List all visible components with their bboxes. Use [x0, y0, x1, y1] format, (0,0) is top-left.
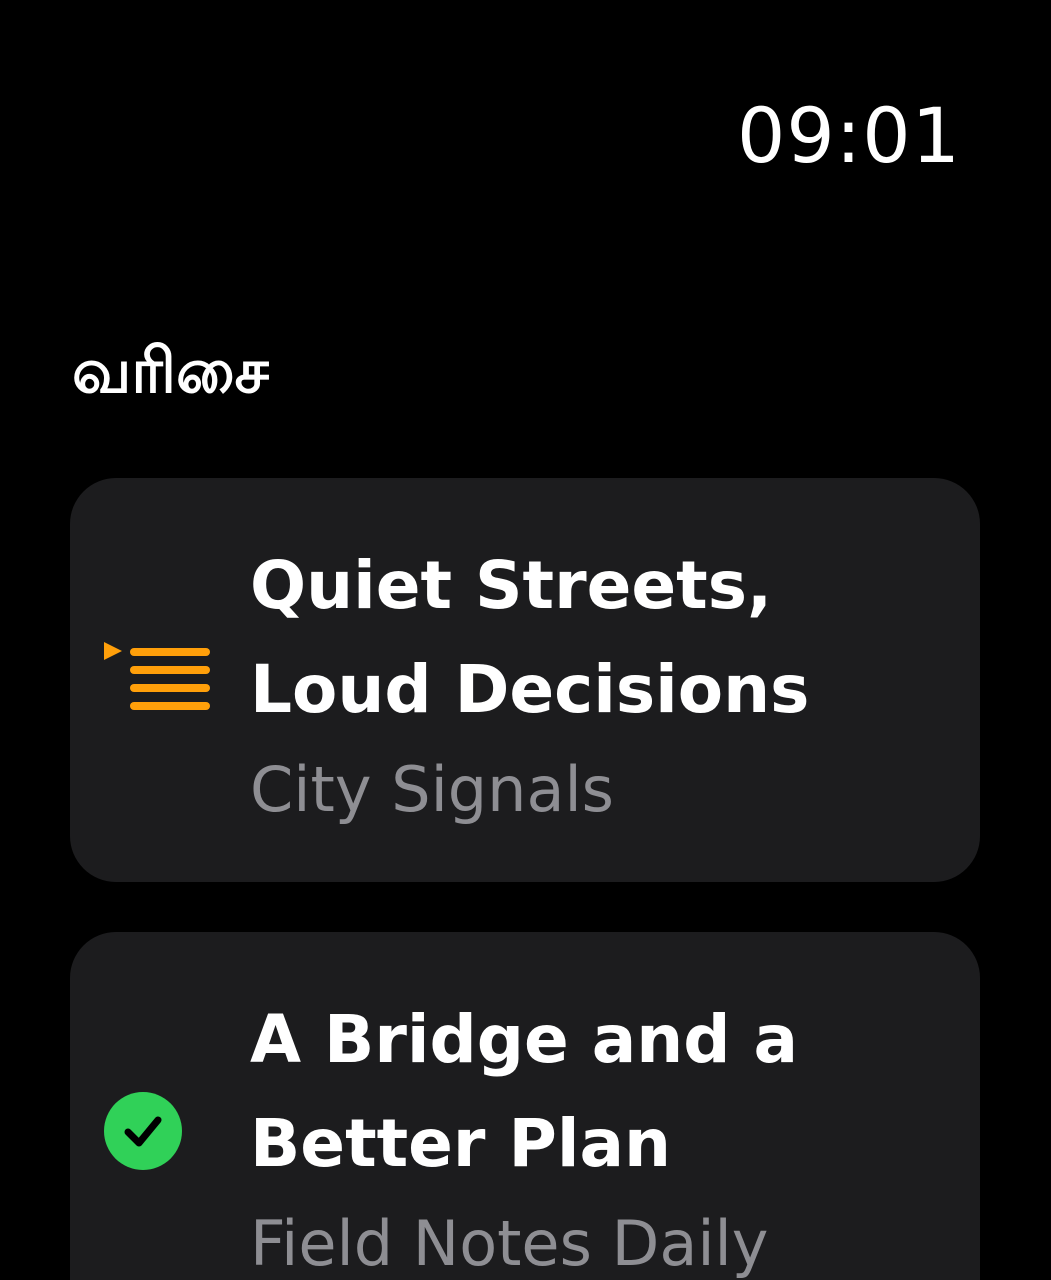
status-time: 09:01 — [736, 91, 961, 180]
queue-item[interactable]: A Bridge and a Better Plan Field Notes D… — [70, 932, 980, 1280]
page-title: வரிசை — [72, 334, 269, 407]
episode-title-line-2: Better Plan — [250, 1105, 671, 1182]
show-name: Field Notes Daily — [250, 1207, 769, 1280]
queue-item-text: Quiet Streets, Loud Decisions City Signa… — [250, 534, 940, 830]
watch-screen: 09:01 வரிசை Quiet Streets, Loud Decision… — [0, 0, 1051, 1280]
now-playing-queue-icon — [104, 642, 214, 718]
show-name: City Signals — [250, 753, 614, 826]
episode-title-line-1: A Bridge and a — [250, 1001, 799, 1078]
queue-item[interactable]: Quiet Streets, Loud Decisions City Signa… — [70, 478, 980, 882]
episode-title-line-2: Loud Decisions — [250, 651, 810, 728]
played-checkmark-icon — [104, 1092, 182, 1170]
episode-title-line-1: Quiet Streets, — [250, 547, 773, 624]
queue-item-text: A Bridge and a Better Plan Field Notes D… — [250, 988, 940, 1280]
